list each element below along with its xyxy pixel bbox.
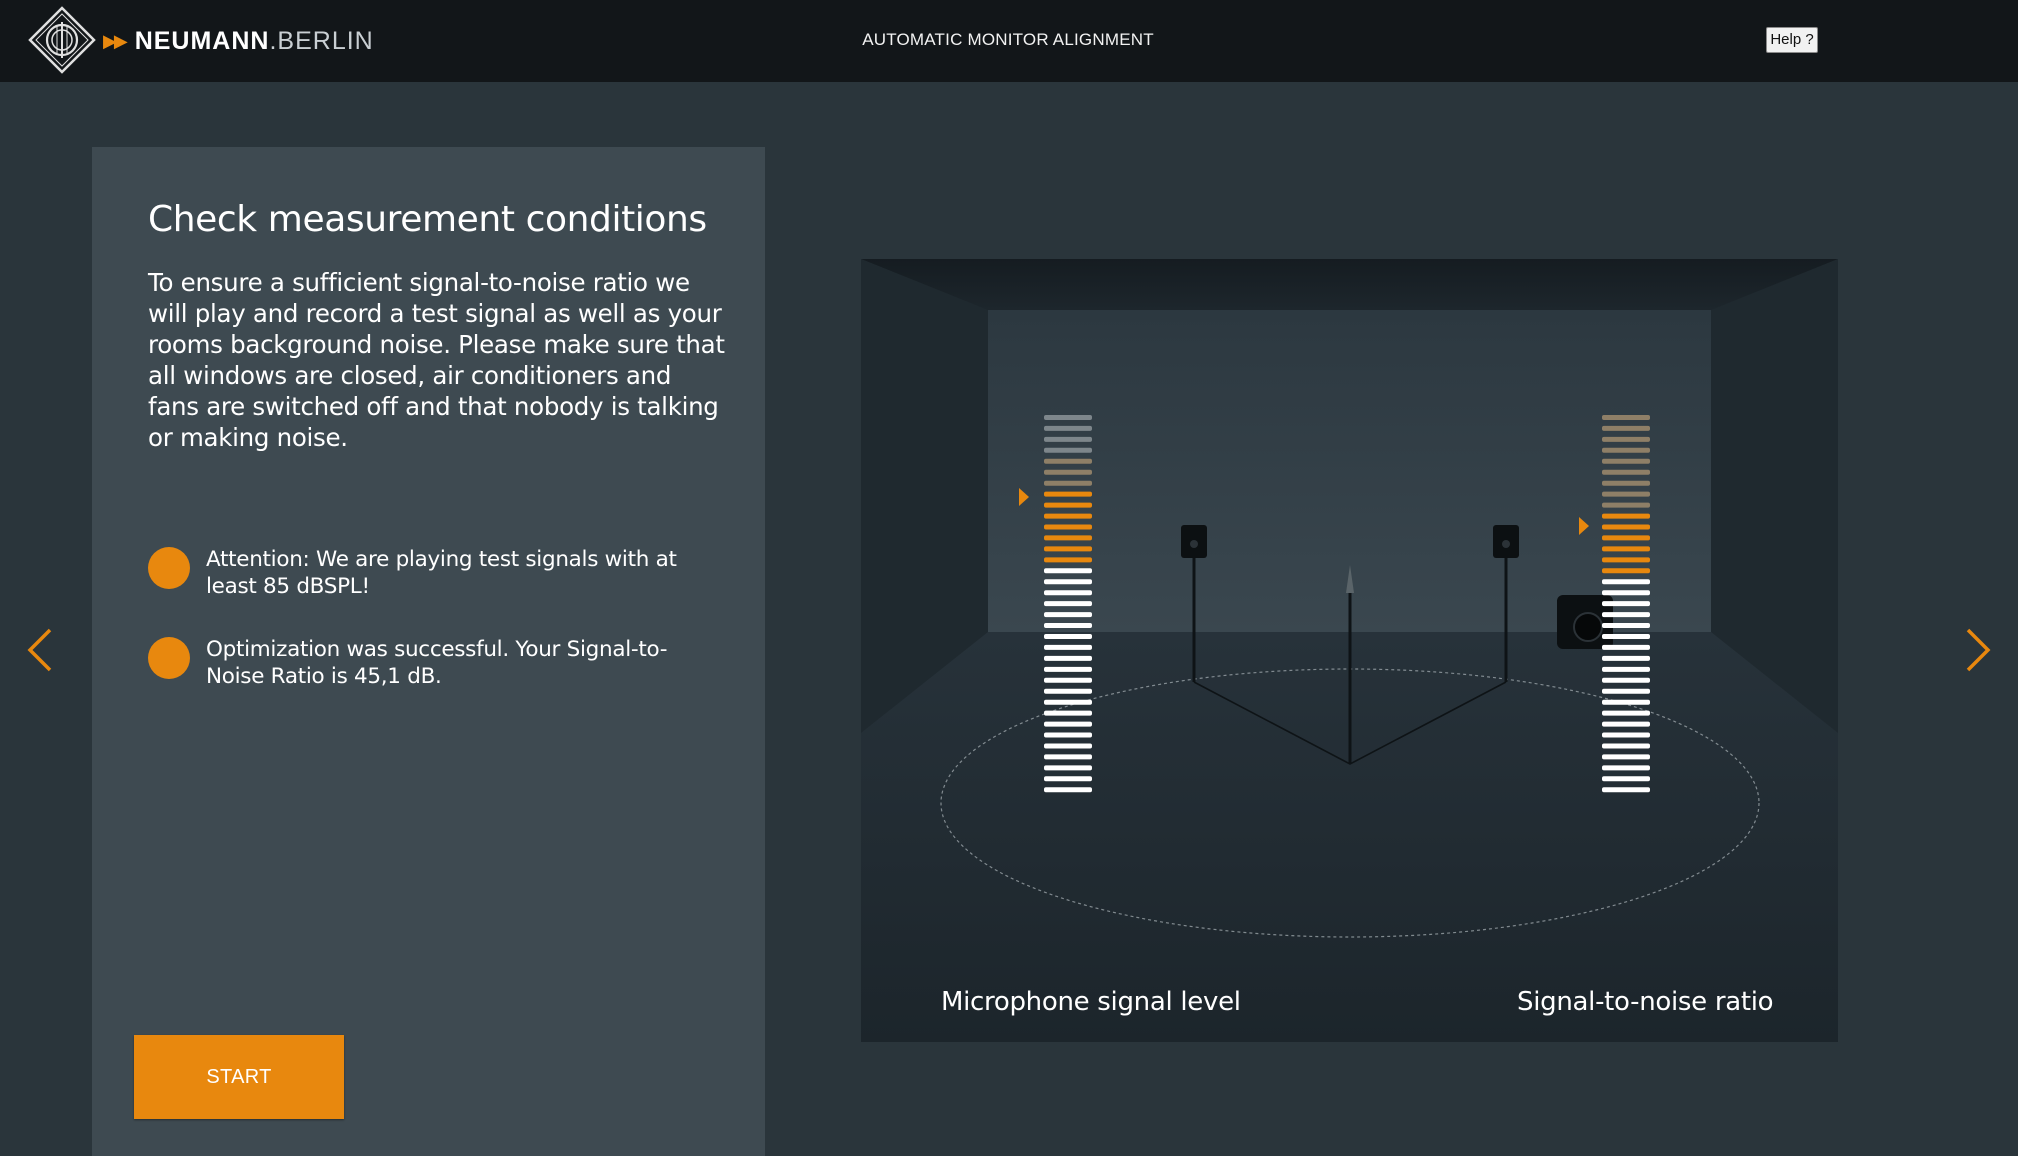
microphone-level-meter [1044,415,1092,793]
meter-segment [1602,743,1650,749]
start-button[interactable]: START [134,1035,344,1119]
meter-segment [1044,699,1092,705]
meter-segment [1044,425,1092,431]
meter-segment [1044,502,1092,508]
meter-segment [1602,535,1650,541]
snr-meter [1602,415,1650,793]
meter-segment [1602,601,1650,607]
meter-segment [1602,699,1650,705]
meter-segment [1044,601,1092,607]
app-title-container: AUTOMATIC MONITOR ALIGNMENT [0,30,2018,50]
chevron-left-icon[interactable] [20,626,60,674]
meter-segment [1044,590,1092,596]
meter-segment [1044,765,1092,771]
meter-segment [1044,436,1092,442]
meter-segment [1602,634,1650,639]
meter-segment [1044,666,1092,672]
meter-segment [1044,776,1092,782]
meter-segment [1044,480,1092,486]
status-text: Optimization was successful. Your Signal… [206,637,668,689]
meter-segment [1602,688,1650,694]
room-illustration [861,259,1838,1042]
meter-segment [1602,644,1650,650]
meter-segment [1044,524,1092,530]
help-button[interactable]: Help ? [1766,27,1818,53]
meter-segment [1602,546,1650,552]
meter-segment [1602,458,1650,464]
meter-segment [1044,644,1092,650]
meter-segment [1044,655,1092,661]
status-text: Attention: We are playing test signals w… [206,547,677,599]
meter-segment [1602,524,1650,530]
snr-meter-label: Signal-to-noise ratio [1517,987,1774,1017]
meter-segment [1044,513,1092,519]
microphone-meter-label: Microphone signal level [941,987,1241,1017]
meter-segment [1044,546,1092,552]
meter-segment [1602,710,1650,716]
meter-segment [1602,447,1650,453]
meter-segment [1602,480,1650,486]
meter-segment [1044,677,1092,683]
meter-segment [1044,535,1092,541]
meter-segment [1044,415,1092,420]
meter-segment [1602,557,1650,563]
status-item-attention: Attention: We are playing test signals w… [148,546,708,600]
meter-segment [1044,447,1092,453]
status-indicator-icon [148,547,190,589]
meter-segment [1602,436,1650,442]
meter-segment [1044,623,1092,628]
meter-segment [1602,425,1650,431]
meter-segment [1602,721,1650,727]
meter-segment [1602,415,1650,420]
panel-description: To ensure a sufficient signal-to-noise r… [148,268,725,452]
meter-segment [1044,732,1092,738]
meter-segment [1602,677,1650,683]
meter-segment [1044,743,1092,749]
meter-segment [1044,612,1092,618]
meter-segment [1602,502,1650,508]
meter-segment [1602,776,1650,782]
status-indicator-icon [148,637,190,679]
meter-segment [1602,590,1650,596]
meter-segment [1044,491,1092,497]
meter-segment [1044,688,1092,694]
meter-segment [1044,579,1092,585]
meter-segment [1044,754,1092,760]
panel-title: Check measurement conditions [148,199,707,240]
instructions-panel: Check measurement conditions To ensure a… [92,147,765,1156]
meter-segment [1602,568,1650,574]
measurement-scene: Microphone signal level Signal-to-noise … [861,259,1838,1042]
meter-segment [1602,765,1650,771]
meter-segment [1044,469,1092,475]
meter-segment [1602,666,1650,672]
meter-segment [1044,568,1092,574]
meter-segment [1602,491,1650,497]
meter-segment [1602,655,1650,661]
status-item-result: Optimization was successful. Your Signal… [148,636,708,690]
meter-segment [1602,513,1650,519]
meter-segment [1044,557,1092,563]
chevron-right-icon[interactable] [1958,626,1998,674]
meter-segment [1602,623,1650,628]
meter-segment [1044,710,1092,716]
top-bar: ▶▶ NEUMANN .BERLIN AUTOMATIC MONITOR ALI… [0,0,2018,82]
meter-segment [1044,721,1092,727]
meter-segment [1602,579,1650,585]
meter-segment [1602,787,1650,793]
meter-segment [1602,754,1650,760]
meter-segment [1602,612,1650,618]
meter-segment [1044,458,1092,464]
meter-segment [1044,634,1092,639]
meter-segment [1602,732,1650,738]
app-title: AUTOMATIC MONITOR ALIGNMENT [862,30,1154,49]
meter-segment [1044,787,1092,793]
meter-segment [1602,469,1650,475]
